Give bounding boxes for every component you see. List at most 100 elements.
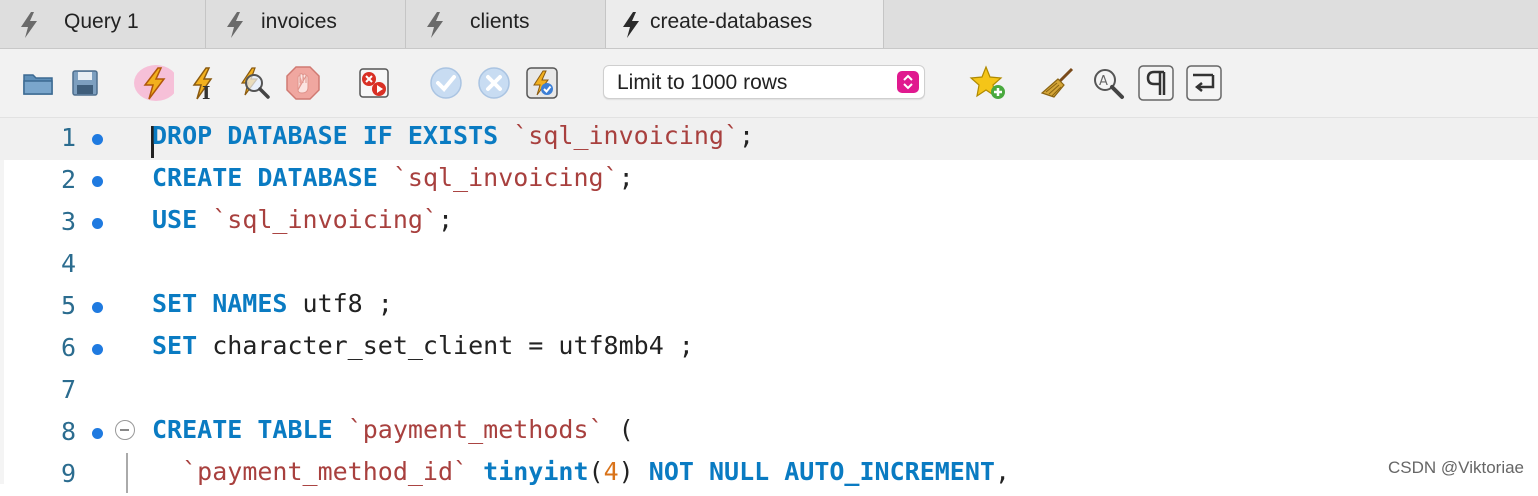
open-folder-button[interactable] <box>18 63 58 103</box>
commit-icon <box>430 67 462 99</box>
line-number: 4 <box>60 249 76 278</box>
line-number: 3 <box>60 207 76 236</box>
statement-marker <box>92 428 103 439</box>
find-icon: A <box>1094 69 1124 99</box>
number-literal: 4 <box>603 457 619 486</box>
code-line: 3 USE `sql_invoicing`; <box>0 202 1538 244</box>
toggle-word-wrap-button[interactable] <box>1184 63 1224 103</box>
code-line: 2 CREATE DATABASE `sql_invoicing`; <box>0 160 1538 202</box>
code-text: USE `sql_invoicing`; <box>152 205 453 234</box>
stop-button[interactable] <box>283 63 323 103</box>
watermark: CSDN @Viktoriae <box>1388 458 1524 477</box>
toggle-invisible-chars-button[interactable] <box>1136 63 1176 103</box>
tab-label: clients <box>470 10 530 33</box>
identifier: `payment_method_id` <box>182 457 469 486</box>
fold-toggle-icon[interactable] <box>115 420 135 440</box>
tab-query-1[interactable]: Query 1 <box>0 0 206 48</box>
code-plain: character_set_client = utf8mb4 ; <box>212 331 694 360</box>
code-text: DROP DATABASE IF EXISTS `sql_invoicing`; <box>152 121 754 150</box>
punctuation: ; <box>739 121 755 150</box>
identifier: `sql_invoicing` <box>212 205 438 234</box>
code-line: 1 DROP DATABASE IF EXISTS `sql_invoicing… <box>0 118 1538 160</box>
keyword: NOT NULL AUTO_INCREMENT <box>648 457 995 486</box>
code-line: 7 <box>0 370 1538 412</box>
select-arrows-icon <box>897 71 919 93</box>
statement-marker <box>92 134 103 145</box>
bolt-icon <box>427 12 443 38</box>
code-line: 5 SET NAMES utf8 ; <box>0 286 1538 328</box>
punctuation: ; <box>438 205 454 234</box>
code-line: 4 <box>0 244 1538 286</box>
stop-icon <box>286 66 320 100</box>
keyword: CREATE TABLE <box>152 415 333 444</box>
autocommit-toggle-button[interactable] <box>522 63 562 103</box>
identifier: `payment_methods` <box>347 415 604 444</box>
line-number: 2 <box>60 165 76 194</box>
statement-marker <box>92 176 103 187</box>
wrap-lines-icon <box>1186 65 1222 101</box>
limit-rows-value: Limit to 1000 rows <box>617 71 788 94</box>
execute-current-button[interactable]: I <box>184 63 224 103</box>
identifier: `sql_invoicing` <box>513 121 740 150</box>
execute-all-button[interactable] <box>134 63 174 103</box>
beautify-button[interactable] <box>1038 63 1078 103</box>
punctuation: ( <box>618 415 634 444</box>
keyword: SET NAMES <box>152 289 288 318</box>
code-text: SET character_set_client = utf8mb4 ; <box>152 331 694 360</box>
keyword: USE <box>152 205 198 234</box>
keyword: tinyint <box>483 457 589 486</box>
find-button[interactable]: A <box>1088 63 1128 103</box>
punctuation: ) <box>618 457 634 486</box>
toggle-error-stop-icon <box>359 68 389 98</box>
code-text: CREATE DATABASE `sql_invoicing`; <box>152 163 634 192</box>
bolt-icon <box>227 12 243 38</box>
line-number: 5 <box>60 291 76 320</box>
commit-button[interactable] <box>426 63 466 103</box>
execute-current-icon: I <box>192 67 213 103</box>
rollback-button[interactable] <box>474 63 514 103</box>
keyword: CREATE DATABASE <box>152 163 378 192</box>
statement-marker <box>92 302 103 313</box>
sql-editor-toolbar: I Limit to 1000 rows A <box>0 49 1538 118</box>
explain-button[interactable] <box>234 63 274 103</box>
line-number: 7 <box>60 375 76 404</box>
code-line: 9 `payment_method_id` tinyint(4) NOT NUL… <box>0 454 1538 496</box>
rollback-icon <box>478 67 510 99</box>
punctuation: ; <box>618 163 634 192</box>
explain-icon <box>240 67 270 99</box>
keyword: SET <box>152 331 198 360</box>
code-text: `payment_method_id` tinyint(4) NOT NULL … <box>152 457 1010 486</box>
code-plain: utf8 ; <box>302 289 393 318</box>
statement-marker <box>92 218 103 229</box>
code-text: SET NAMES utf8 ; <box>152 289 393 318</box>
tab-label: invoices <box>261 10 337 33</box>
punctuation: ( <box>588 457 604 486</box>
execute-all-icon <box>134 65 174 101</box>
bolt-icon <box>21 12 37 38</box>
toggle-stop-on-error-button[interactable] <box>354 63 394 103</box>
svg-text:I: I <box>202 83 210 103</box>
add-snippet-button[interactable] <box>968 63 1008 103</box>
star-plus-icon <box>969 65 1005 99</box>
save-icon <box>72 70 98 96</box>
save-button[interactable] <box>65 63 105 103</box>
code-line: 6 SET character_set_client = utf8mb4 ; <box>0 328 1538 370</box>
autocommit-icon <box>526 67 558 99</box>
bolt-icon <box>623 12 639 38</box>
tab-label: create-databases <box>650 10 813 33</box>
tab-create-databases[interactable]: create-databases <box>606 0 884 48</box>
tab-invoices[interactable]: invoices <box>206 0 406 48</box>
line-number: 1 <box>60 123 76 152</box>
limit-rows-select[interactable]: Limit to 1000 rows <box>603 65 925 99</box>
broom-icon <box>1040 67 1074 98</box>
svg-text:A: A <box>1099 74 1108 89</box>
line-number: 6 <box>60 333 76 362</box>
pilcrow-icon <box>1138 65 1174 101</box>
punctuation: , <box>994 457 1011 486</box>
code-line: 8 CREATE TABLE `payment_methods` ( <box>0 412 1538 454</box>
sql-editor[interactable]: 1 DROP DATABASE IF EXISTS `sql_invoicing… <box>0 118 1538 493</box>
identifier: `sql_invoicing` <box>392 163 619 192</box>
line-number: 8 <box>60 417 76 446</box>
tab-clients[interactable]: clients <box>406 0 606 48</box>
open-folder-icon <box>23 74 53 95</box>
